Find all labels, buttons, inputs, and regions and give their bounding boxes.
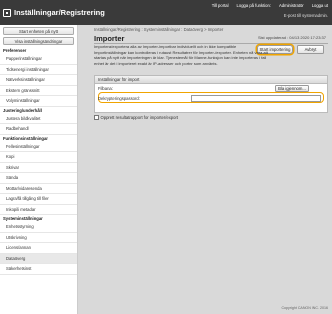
sidebar-item-external-interface[interactable]: Ekstern gränssnitt xyxy=(0,86,77,96)
admin-user: Administratör xyxy=(279,3,304,8)
footer-copyright: Copyright CANON INC. 2016 xyxy=(281,306,328,310)
restart-device-button[interactable]: Start enheten på nytt xyxy=(3,27,74,35)
browse-button[interactable]: Bla igjennom... xyxy=(275,85,309,92)
report-checkbox-label: Opprett resultatrapport for importer/exp… xyxy=(100,115,179,120)
sidebar-item-metadata[interactable]: Inkopili metadar xyxy=(0,205,77,215)
sidebar-item-network[interactable]: Nätverksinställningar xyxy=(0,75,77,86)
sidebar-item-copy[interactable]: Kopi xyxy=(0,152,77,163)
description-text: Importera/exportera alla av Importer-imp… xyxy=(94,44,268,66)
panel-title: Inställningar för import xyxy=(95,76,327,84)
report-checkbox[interactable] xyxy=(94,115,99,120)
sidebar-section-preferences: Preferenser xyxy=(0,47,77,54)
sidebar-item-receive-forward[interactable]: Mottar/vidaresenda xyxy=(0,184,77,194)
password-input[interactable] xyxy=(191,95,321,102)
portal-link[interactable]: Till portal xyxy=(212,3,229,8)
sidebar-item-paper[interactable]: Papperinställningar xyxy=(0,54,77,65)
sidebar-item-printer[interactable]: Skrivar xyxy=(0,163,77,173)
sidebar-item-timer[interactable]: Tidsenergi inställningar xyxy=(0,65,77,75)
page-title: Importer xyxy=(94,34,125,43)
sidebar-item-security[interactable]: Säkerhetsinst xyxy=(0,264,77,275)
breadcrumb: Inställningar/Registrering : Systeminstä… xyxy=(94,27,224,32)
file-path-label: Filbana: xyxy=(98,86,113,91)
sidebar-section-maintenance: Justering/underhåll xyxy=(0,106,77,114)
cancel-button[interactable]: Avbryt xyxy=(297,45,324,54)
sidebar: Start enheten på nytt Visa inställningsä… xyxy=(0,25,78,314)
app-title-text: Inställningar/Registrering xyxy=(14,8,105,17)
show-changes-button[interactable]: Visa inställningsändringar xyxy=(3,37,74,45)
last-updated: Sist uppdaterad : 04/13 2020 17:23:37 xyxy=(257,35,326,40)
sidebar-item-store-access-files[interactable]: Lagra/få tillgång till filer xyxy=(0,194,77,205)
admin-email-link[interactable]: E-post till systemadmin. xyxy=(284,13,328,18)
sidebar-item-device-management[interactable]: Enhetsstyrning xyxy=(0,222,77,233)
sidebar-item-send[interactable]: Sända xyxy=(0,173,77,184)
top-links: Till portal Logga på funktion: Administr… xyxy=(212,3,328,8)
sidebar-item-line-processing[interactable]: Radbehandl xyxy=(0,124,77,135)
sidebar-section-system: Systeminställningar xyxy=(0,215,77,222)
import-settings-panel: Inställningar för import Filbana: Bla ig… xyxy=(94,75,328,113)
login-function-label: Logga på funktion: xyxy=(236,3,272,8)
settings-icon xyxy=(3,8,11,17)
app-title: Inställningar/Registrering xyxy=(3,8,105,17)
sidebar-item-volume[interactable]: Volyminställningar xyxy=(0,96,77,107)
sidebar-item-image-quality[interactable]: Justera bildkvalitet xyxy=(0,114,77,124)
top-bar: Inställningar/Registrering Till portal L… xyxy=(0,0,332,25)
sidebar-section-function: Funktionsinställningar xyxy=(0,134,77,142)
sidebar-item-data-transfer[interactable]: Dataöverg xyxy=(0,253,77,264)
sidebar-item-common[interactable]: Fellesinställningar xyxy=(0,142,77,152)
logout-link[interactable]: Logga ut xyxy=(312,3,328,8)
sidebar-item-output[interactable]: Utskrivning xyxy=(0,233,77,243)
main-content: Inställningar/Registrering : Systeminstä… xyxy=(88,25,330,314)
report-checkbox-row[interactable]: Opprett resultatrapport for importer/exp… xyxy=(94,115,178,120)
password-label: Dekrypteringspassord: xyxy=(98,96,140,101)
sidebar-item-license[interactable]: Licens/annan xyxy=(0,243,77,254)
